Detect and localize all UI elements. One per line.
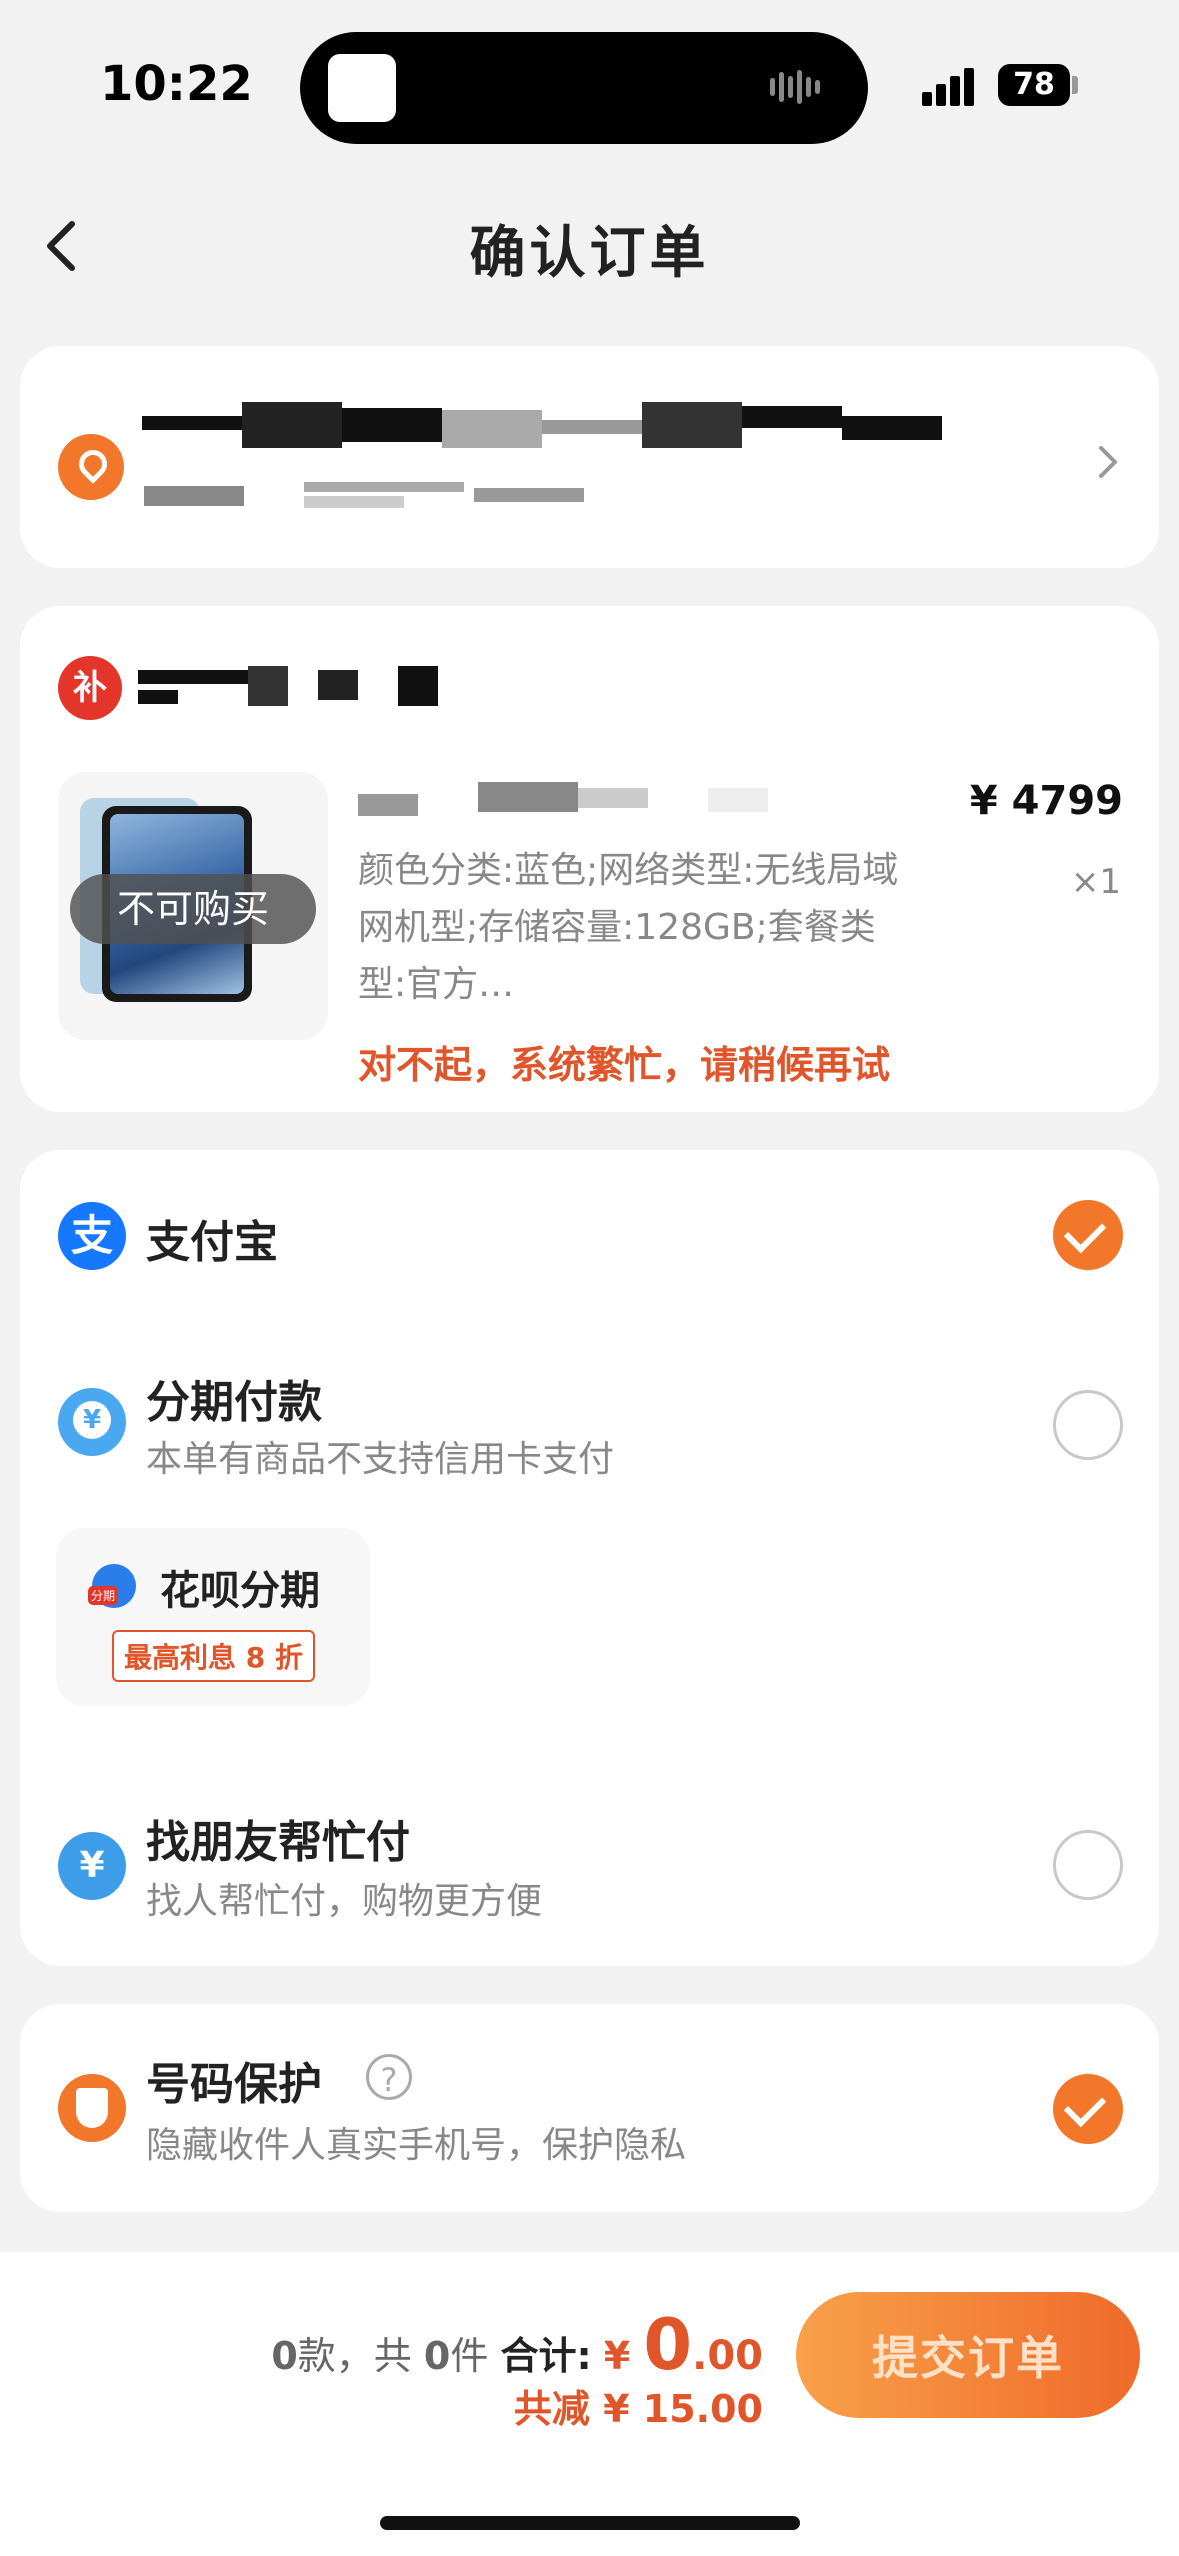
kinds-unit: 款，共 [297, 2334, 412, 2378]
island-app-thumbnail [328, 54, 396, 122]
installment-label[interactable]: 分期付款 [146, 1366, 322, 1430]
error-message: 对不起，系统繁忙，请稍候再试 [358, 1043, 891, 1087]
battery-cap [1072, 76, 1078, 94]
phone-shield-icon [58, 2074, 126, 2142]
items-count: 0 [423, 2334, 451, 2378]
location-pin-icon [58, 434, 124, 500]
redacted-shop-name [138, 666, 458, 706]
huabei-tag: 最高利息 8 折 [112, 1630, 315, 1682]
kinds-count: 0 [271, 2334, 298, 2378]
total-amount: ¥ 0.00 [603, 2304, 763, 2386]
page-title: 确认订单 [469, 221, 710, 286]
alipay-label[interactable]: 支付宝 [146, 1206, 278, 1270]
signal-icon [922, 66, 978, 106]
unavailable-overlay: 不可购买 [70, 874, 316, 944]
huabei-option[interactable]: 花呗分期 最高利息 8 折 [56, 1528, 370, 1706]
redacted-product-title [358, 778, 798, 818]
total-label: 合计: [500, 2334, 592, 2378]
privacy-card: 号码保护 ? 隐藏收件人真实手机号，保护隐私 [20, 2004, 1159, 2212]
amount-integer: 0 [643, 2304, 693, 2386]
status-time: 10:22 [100, 56, 253, 112]
friend-pay-sub: 找人帮忙付，购物更方便 [146, 1881, 543, 1922]
huabei-logo-icon [88, 1564, 136, 1608]
installment-radio[interactable] [1053, 1390, 1123, 1460]
redacted-address-detail [144, 480, 584, 510]
friend-pay-icon: ¥ [58, 1832, 126, 1900]
chevron-right-icon [1099, 446, 1117, 478]
alipay-icon: 支 [58, 1202, 126, 1270]
friend-pay-radio[interactable] [1053, 1830, 1123, 1900]
status-bar: 10:22 78 [0, 0, 1179, 180]
friend-pay-label[interactable]: 找朋友帮忙付 [146, 1806, 410, 1870]
discount-text: 共减 ¥ 15.00 [513, 2387, 763, 2431]
privacy-label: 号码保护 [146, 2059, 322, 2110]
product-image[interactable]: 不可购买 [58, 772, 328, 1040]
alipay-radio-checked[interactable] [1053, 1200, 1123, 1270]
product-quantity: ×1 [1070, 862, 1121, 902]
nav-bar: 确认订单 [0, 180, 1179, 310]
address-card[interactable] [20, 346, 1159, 568]
currency-symbol: ¥ [603, 2334, 631, 2378]
help-icon[interactable]: ? [366, 2054, 412, 2100]
submit-order-button[interactable]: 提交订单 [796, 2292, 1140, 2418]
bottom-bar: 0款，共 0件 合计: ¥ 0.00 共减 ¥ 15.00 提交订单 [0, 2252, 1179, 2556]
home-indicator [380, 2516, 800, 2530]
order-summary: 0款，共 0件 合计: ¥ 0.00 [271, 2304, 763, 2386]
items-unit: 件 [450, 2334, 489, 2378]
huabei-label: 花呗分期 [160, 1568, 320, 1614]
payment-card: 支 支付宝 分期付款 本单有商品不支持信用卡支付 花呗分期 最高利息 8 折 ¥… [20, 1150, 1159, 1966]
dynamic-island [300, 32, 868, 144]
installment-icon [58, 1388, 126, 1456]
installment-sub: 本单有商品不支持信用卡支付 [146, 1439, 615, 1480]
product-card: 补 不可购买 ¥ 4799 ×1 颜色分类:蓝色;网络类型:无线局域网机型;存储… [20, 606, 1159, 1112]
shop-badge-icon: 补 [58, 656, 122, 720]
audio-wave-icon [770, 70, 834, 106]
privacy-sub: 隐藏收件人真实手机号，保护隐私 [146, 2125, 687, 2166]
privacy-check-checked[interactable] [1053, 2074, 1123, 2144]
redacted-address-name [142, 402, 942, 452]
amount-decimal: .00 [692, 2333, 763, 2379]
battery-icon: 78 [998, 64, 1070, 106]
product-spec: 颜色分类:蓝色;网络类型:无线局域网机型;存储容量:128GB;套餐类型:官方… [358, 850, 899, 1005]
product-price: ¥ 4799 [969, 778, 1123, 824]
